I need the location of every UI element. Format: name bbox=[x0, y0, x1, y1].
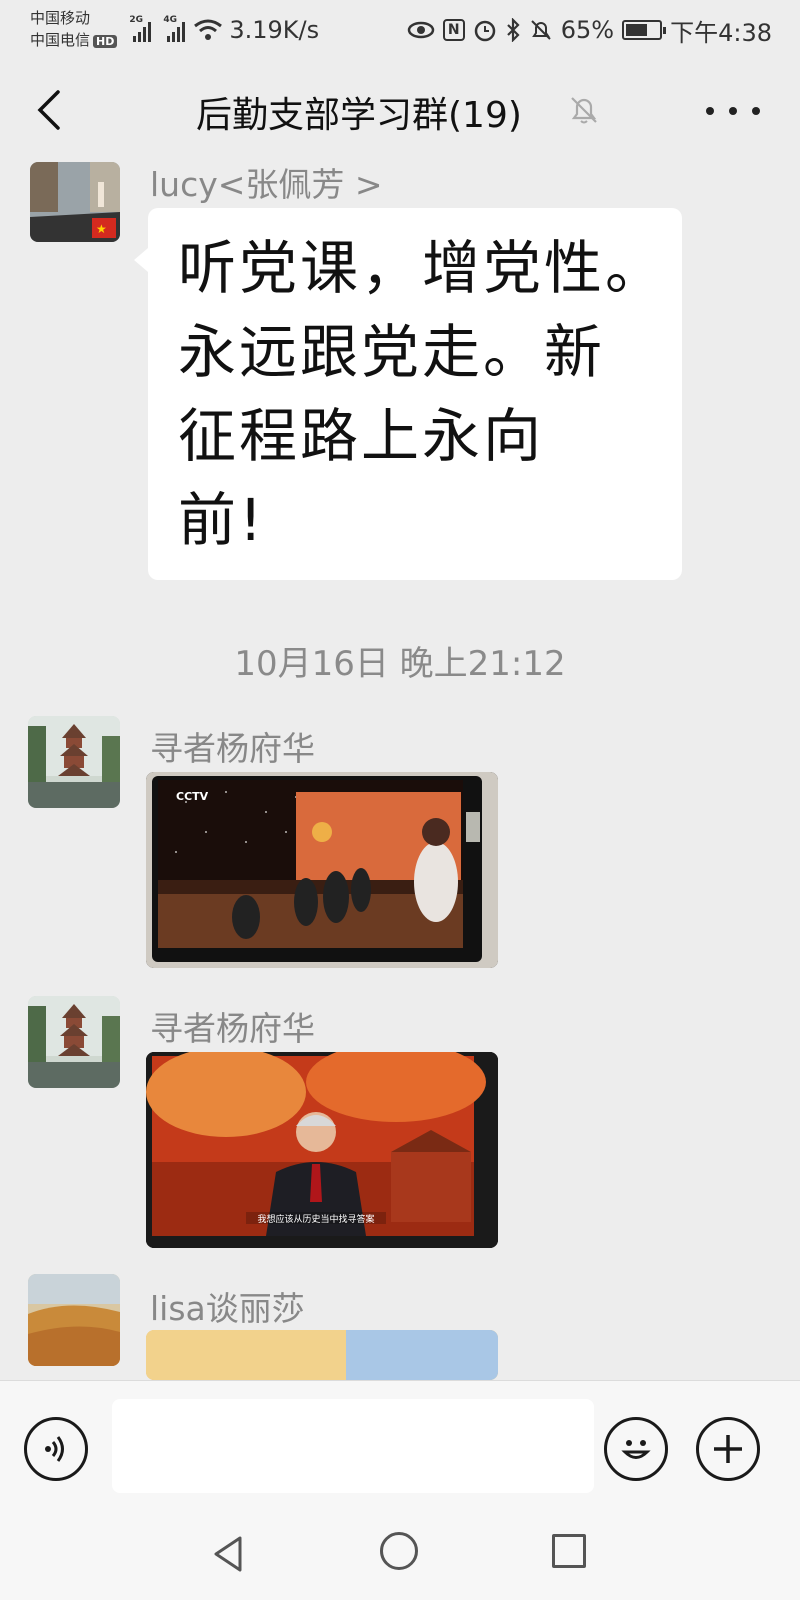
nfc-icon: N bbox=[442, 19, 465, 41]
wifi-icon bbox=[194, 19, 223, 40]
bluetooth-icon bbox=[506, 18, 520, 42]
image-message[interactable] bbox=[146, 1330, 498, 1380]
partial-photo bbox=[146, 1330, 498, 1380]
more-dots-icon[interactable] bbox=[706, 96, 760, 126]
svg-text:★: ★ bbox=[96, 222, 107, 236]
sender-name: lisa谈丽莎 bbox=[150, 1289, 305, 1328]
message-input[interactable] bbox=[112, 1399, 594, 1493]
signal-icon: 2G bbox=[129, 15, 152, 42]
message-timestamp: 10月16日 晚上21:12 bbox=[234, 644, 566, 684]
bell-off-icon bbox=[571, 97, 597, 124]
message-line: 听党课，增党性。 bbox=[178, 234, 667, 302]
network-speed: 3.19K/s bbox=[229, 16, 320, 44]
message-bubble[interactable]: 听党课，增党性。 永远跟党走。新 征程路上永向 前! bbox=[134, 208, 682, 580]
message-line: 前! bbox=[178, 486, 266, 554]
sender-name: 寻者杨府华 bbox=[150, 1009, 315, 1048]
carrier-1: 中国移动 bbox=[30, 9, 91, 27]
chat-header: 后勤支部学习群(19) bbox=[0, 66, 800, 156]
voice-icon[interactable] bbox=[24, 1417, 88, 1481]
net-gen-2: 4G bbox=[163, 15, 178, 25]
alarm-icon bbox=[474, 20, 495, 42]
nav-recents-icon[interactable] bbox=[552, 1534, 586, 1568]
message-line: 永远跟党走。新 bbox=[178, 318, 606, 386]
image-message[interactable]: CCTV bbox=[146, 772, 498, 968]
signal-icon-2: 4G bbox=[163, 15, 186, 42]
message-line: 征程路上永向 bbox=[178, 402, 545, 470]
sender-name: lucy<张佩芳 > bbox=[150, 165, 383, 204]
status-bar: 中国移动 中国电信 HD 2G 4G 3.19K/s N 65% 下午4:38 bbox=[0, 0, 800, 60]
avatar-image bbox=[28, 996, 120, 1088]
eye-icon bbox=[407, 21, 434, 39]
avatar-image bbox=[28, 716, 120, 808]
tv-photo: CCTV bbox=[146, 772, 498, 968]
avatar-image: ★ bbox=[30, 162, 120, 242]
avatar-image bbox=[28, 1274, 120, 1366]
system-nav-bar bbox=[0, 1510, 800, 1600]
video-subtitle: 我想应该从历史当中找寻答案 bbox=[257, 1213, 374, 1225]
hd-badge: HD bbox=[93, 35, 118, 48]
image-message[interactable]: 我想应该从历史当中找寻答案 bbox=[146, 1052, 498, 1248]
carrier-2: 中国电信 bbox=[30, 31, 91, 49]
avatar[interactable]: ★ bbox=[30, 162, 120, 242]
tv-photo: 我想应该从历史当中找寻答案 bbox=[146, 1052, 498, 1248]
chevron-left-icon[interactable] bbox=[30, 88, 74, 132]
plus-icon[interactable] bbox=[696, 1417, 760, 1481]
battery-icon bbox=[622, 20, 667, 40]
avatar[interactable] bbox=[28, 1274, 120, 1366]
nav-back-icon[interactable] bbox=[210, 1534, 246, 1574]
battery-percent: 65% bbox=[560, 16, 615, 44]
emoji-icon[interactable] bbox=[604, 1417, 668, 1481]
carrier-2-row: 中国电信 HD bbox=[30, 29, 118, 53]
sender-name: 寻者杨府华 bbox=[150, 729, 315, 768]
carrier-info: 中国移动 中国电信 HD bbox=[30, 7, 118, 53]
bell-off-status-icon bbox=[531, 20, 551, 40]
chat-title: 后勤支部学习群(19) bbox=[196, 95, 522, 136]
clock: 下午4:38 bbox=[670, 18, 772, 47]
tv-logo: CCTV bbox=[176, 790, 209, 803]
net-gen-1: 2G bbox=[129, 15, 144, 25]
avatar[interactable] bbox=[28, 996, 120, 1088]
input-bar bbox=[0, 1380, 800, 1510]
avatar[interactable] bbox=[28, 716, 120, 808]
nav-home-icon[interactable] bbox=[380, 1532, 418, 1570]
